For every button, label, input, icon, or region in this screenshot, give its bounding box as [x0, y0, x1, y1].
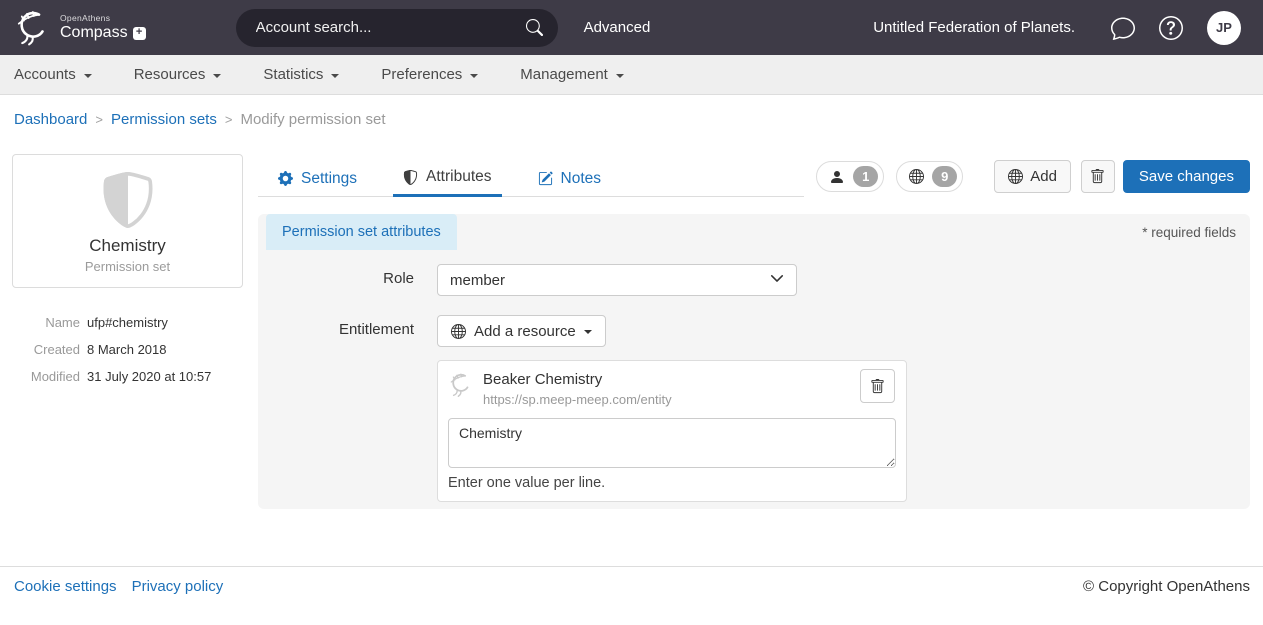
brand-compass-label: Compass — [60, 25, 128, 41]
menu-item-accounts[interactable]: Accounts — [14, 66, 92, 83]
role-label: Role — [258, 264, 437, 296]
resource-name: Beaker Chemistry — [483, 371, 672, 388]
permission-set-subtitle: Permission set — [23, 259, 232, 274]
entitlement-row: Entitlement Add a resource Beaker Chemis… — [258, 315, 1250, 502]
meta-row-name: Name ufp#chemistry — [12, 315, 243, 330]
breadcrumb-separator: > — [95, 112, 103, 127]
main-content: Settings Attributes Notes 1 9 — [258, 160, 1250, 509]
menu-item-resources[interactable]: Resources — [134, 66, 222, 83]
role-select[interactable]: member — [437, 264, 797, 296]
account-search-pill — [236, 9, 558, 47]
chevron-down-icon — [616, 74, 624, 78]
entitlement-values-textarea[interactable]: Chemistry — [448, 418, 896, 468]
chevron-down-icon — [470, 74, 478, 78]
breadcrumb-permission-sets[interactable]: Permission sets — [111, 111, 217, 128]
feedback-button[interactable] — [1111, 16, 1135, 40]
globe-icon — [909, 169, 924, 184]
permission-set-card: Chemistry Permission set — [12, 154, 243, 288]
chevron-down-icon — [84, 74, 92, 78]
search-icon — [526, 19, 543, 36]
pencil-square-icon — [538, 171, 553, 186]
accounts-count-badge[interactable]: 1 — [816, 161, 884, 192]
globe-icon — [451, 324, 466, 339]
search-button[interactable] — [526, 19, 543, 36]
remove-resource-button[interactable] — [860, 369, 895, 403]
add-resource-dropdown-button[interactable]: Add a resource — [437, 315, 606, 347]
accounts-count: 1 — [853, 166, 878, 187]
menu-item-management[interactable]: Management — [520, 66, 624, 83]
meta-row-modified: Modified 31 July 2020 at 10:57 — [12, 369, 243, 384]
tab-bar: Settings Attributes Notes — [258, 160, 804, 197]
question-circle-icon — [1159, 16, 1183, 40]
organisation-name: Untitled Federation of Planets. — [873, 19, 1075, 36]
resource-card: Beaker Chemistry https://sp.meep-meep.co… — [437, 360, 907, 502]
add-button[interactable]: Add — [994, 160, 1071, 193]
required-fields-note: * required fields — [1142, 225, 1236, 240]
brand-openathens-label: OpenAthens — [60, 14, 146, 23]
tab-settings[interactable]: Settings — [268, 160, 367, 197]
save-changes-button[interactable]: Save changes — [1123, 160, 1250, 193]
chevron-down-icon — [584, 330, 592, 334]
permission-set-summary: Chemistry Permission set Name ufp#chemis… — [12, 154, 243, 396]
resource-url: https://sp.meep-meep.com/entity — [483, 392, 672, 407]
page-footer: Cookie settings Privacy policy © Copyrig… — [0, 566, 1263, 595]
breadcrumb-dashboard[interactable]: Dashboard — [14, 111, 87, 128]
main-menu-bar: Accounts Resources Statistics Preference… — [0, 55, 1263, 95]
openathens-logo-icon — [14, 9, 52, 47]
shield-icon — [23, 171, 232, 229]
openathens-compass-logo[interactable]: OpenAthens Compass — [14, 9, 146, 47]
tab-notes[interactable]: Notes — [528, 160, 612, 197]
permission-set-title: Chemistry — [23, 236, 232, 256]
top-navbar: OpenAthens Compass Advanced Untitled Fed… — [0, 0, 1263, 55]
attributes-panel: Permission set attributes * required fie… — [258, 214, 1250, 509]
plus-badge-icon — [133, 27, 146, 40]
resources-count-badge[interactable]: 9 — [896, 161, 963, 192]
trash-icon — [1090, 169, 1105, 184]
chevron-down-icon — [331, 74, 339, 78]
privacy-policy-link[interactable]: Privacy policy — [132, 578, 224, 595]
user-avatar[interactable]: JP — [1207, 11, 1241, 45]
help-button[interactable] — [1159, 16, 1183, 40]
entitlement-label: Entitlement — [258, 315, 437, 502]
person-icon — [829, 169, 845, 185]
copyright-text: © Copyright OpenAthens — [1083, 578, 1250, 595]
chevron-down-icon — [770, 271, 784, 289]
menu-item-preferences[interactable]: Preferences — [381, 66, 478, 83]
breadcrumb: Dashboard > Permission sets > Modify per… — [0, 95, 1263, 128]
resource-logo-icon — [448, 372, 474, 407]
role-select-value: member — [450, 272, 505, 289]
globe-icon — [1008, 169, 1023, 184]
meta-row-created: Created 8 March 2018 — [12, 342, 243, 357]
permission-set-meta: Name ufp#chemistry Created 8 March 2018 … — [12, 315, 243, 384]
chevron-down-icon — [213, 74, 221, 78]
entitlement-hint: Enter one value per line. — [448, 475, 896, 491]
trash-icon — [870, 379, 885, 394]
account-search-input[interactable] — [256, 19, 526, 36]
shield-icon — [403, 170, 418, 185]
cookie-settings-link[interactable]: Cookie settings — [14, 578, 117, 595]
gear-icon — [278, 171, 293, 186]
breadcrumb-current: Modify permission set — [240, 111, 385, 128]
advanced-search-link[interactable]: Advanced — [584, 19, 651, 36]
menu-item-statistics[interactable]: Statistics — [263, 66, 339, 83]
role-row: Role member — [258, 264, 1250, 296]
permission-set-attributes-tab[interactable]: Permission set attributes — [266, 214, 457, 250]
delete-permission-set-button[interactable] — [1081, 160, 1115, 193]
resources-count: 9 — [932, 166, 957, 187]
tab-attributes[interactable]: Attributes — [393, 160, 501, 197]
chat-bubble-icon — [1111, 16, 1135, 40]
breadcrumb-separator: > — [225, 112, 233, 127]
